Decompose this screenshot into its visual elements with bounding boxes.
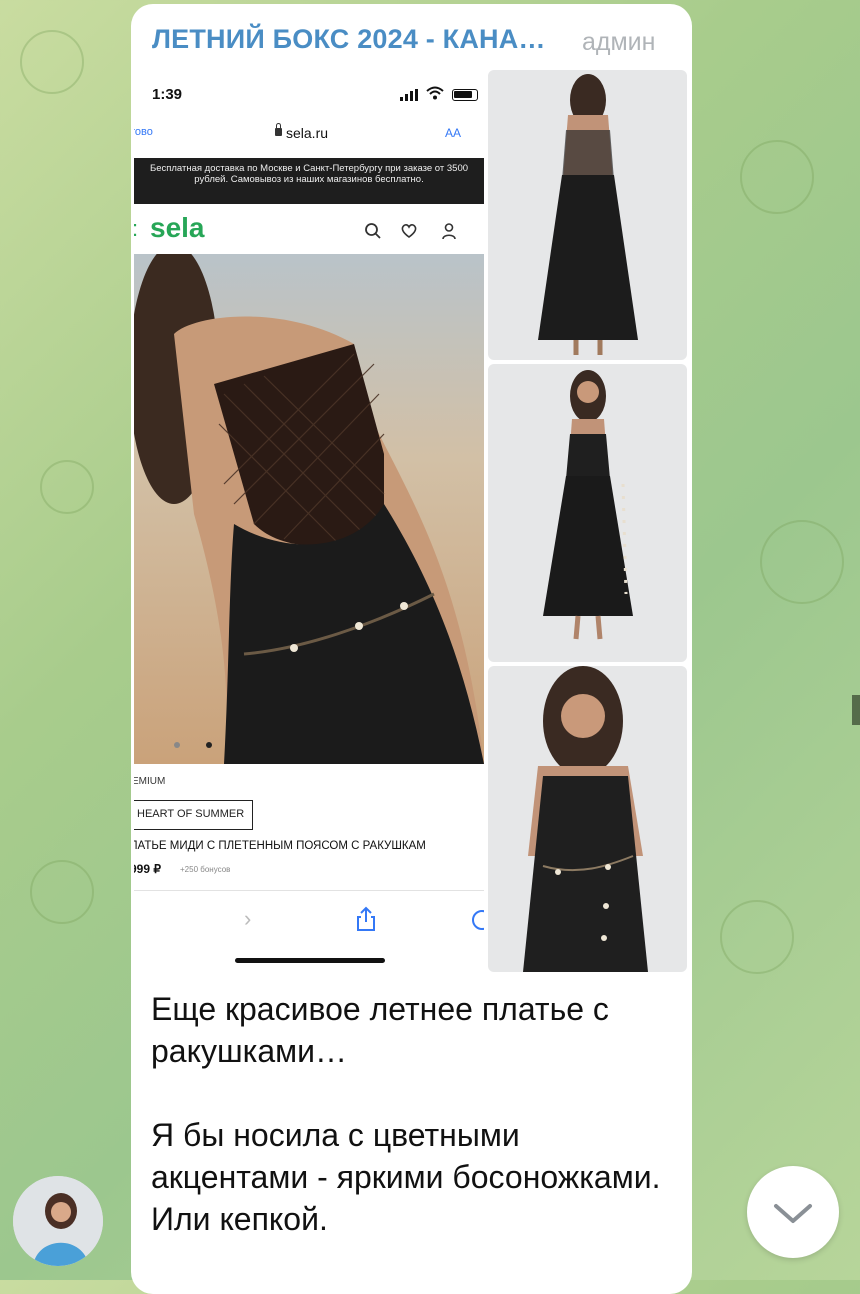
admin-badge: админ bbox=[582, 28, 656, 56]
media-photo-closeup[interactable] bbox=[488, 666, 687, 972]
divider bbox=[134, 890, 484, 891]
wallpaper-doodle bbox=[720, 900, 794, 974]
site-header: : sela bbox=[134, 210, 484, 250]
home-indicator bbox=[235, 958, 385, 963]
author-avatar[interactable] bbox=[13, 1176, 103, 1266]
message-paragraph: Еще красивое летнее платье с ракушками… bbox=[151, 991, 609, 1069]
bonus-points: +250 бонусов bbox=[180, 865, 231, 874]
side-handle bbox=[852, 695, 860, 725]
heart-icon[interactable] bbox=[400, 222, 418, 240]
channel-title[interactable]: ЛЕТНИЙ БОКС 2024 - КАНА… bbox=[152, 24, 546, 55]
url-text[interactable]: sela.ru bbox=[286, 125, 328, 141]
wallpaper-doodle bbox=[20, 30, 84, 94]
wallpaper-doodle bbox=[740, 140, 814, 214]
back-link[interactable]: тово bbox=[134, 126, 153, 138]
product-name: ЛАТЬЕ МИДИ С ПЛЕТЕННЫМ ПОЯСОМ С РАКУШКАМ bbox=[134, 840, 426, 852]
reader-aa-button[interactable]: AA bbox=[445, 126, 461, 140]
carousel-dot-active[interactable] bbox=[206, 742, 212, 748]
collection-tag[interactable]: HEART OF SUMMER bbox=[134, 800, 254, 830]
avatar-photo bbox=[13, 1176, 103, 1266]
sela-logo[interactable]: sela bbox=[150, 212, 205, 244]
phone-status-bar: 1:39 bbox=[134, 80, 484, 110]
dress-back-view bbox=[538, 74, 638, 355]
wifi-icon bbox=[426, 86, 444, 100]
premium-label: ЕMIUM bbox=[134, 776, 166, 787]
message-text: Еще красивое летнее платье с ракушками… … bbox=[151, 988, 681, 1240]
message-header: ЛЕТНИЙ БОКС 2024 - КАНА… админ bbox=[152, 20, 682, 60]
product-price: 999 ₽ bbox=[134, 862, 161, 876]
product-photo[interactable] bbox=[134, 254, 484, 764]
forward-chevron-icon[interactable]: › bbox=[244, 906, 251, 932]
lock-icon bbox=[275, 123, 282, 136]
battery-icon bbox=[452, 89, 478, 101]
media-photo-front[interactable] bbox=[488, 364, 687, 662]
logo-prefix: : bbox=[134, 216, 138, 242]
dress-closeup-view bbox=[523, 666, 648, 972]
message-paragraph: Я бы носила с цветными акцентами - ярким… bbox=[151, 1117, 661, 1237]
carousel-dot[interactable] bbox=[174, 742, 180, 748]
wallpaper-doodle bbox=[760, 520, 844, 604]
dress-front-view bbox=[543, 370, 633, 640]
chevron-down-icon bbox=[774, 1204, 812, 1223]
compass-icon[interactable] bbox=[472, 910, 484, 930]
media-screenshot[interactable]: 1:39 тово sela.ru AA Бесплатная доставка… bbox=[134, 70, 484, 972]
signal-icon bbox=[400, 89, 418, 101]
share-icon[interactable] bbox=[355, 906, 377, 932]
search-icon[interactable] bbox=[364, 222, 382, 240]
wallpaper-doodle bbox=[30, 860, 94, 924]
promo-banner: Бесплатная доставка по Москве и Санкт-Пе… bbox=[134, 158, 484, 204]
dress-back-photo bbox=[134, 254, 484, 764]
scroll-down-button[interactable] bbox=[747, 1166, 839, 1258]
user-icon[interactable] bbox=[440, 222, 458, 240]
media-photo-back[interactable] bbox=[488, 70, 687, 360]
browser-url-bar[interactable]: тово sela.ru AA bbox=[134, 118, 484, 148]
wallpaper-doodle bbox=[40, 460, 94, 514]
status-time: 1:39 bbox=[152, 86, 183, 103]
